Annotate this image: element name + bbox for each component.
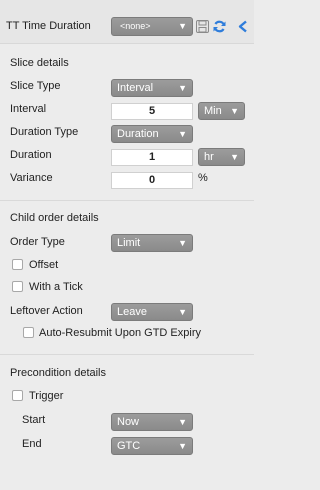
chevron-down-icon: ▼: [178, 238, 187, 248]
duration-unit-value: hr: [204, 151, 214, 163]
chevron-down-icon: ▼: [178, 307, 187, 317]
panel-header: TT Time Duration <none> ▼: [0, 0, 254, 44]
with-tick-checkbox[interactable]: [12, 281, 23, 292]
interval-label: Interval: [10, 103, 47, 115]
chevron-down-icon: ▼: [178, 129, 187, 139]
chevron-down-icon: ▼: [230, 106, 239, 116]
section-divider: [0, 354, 254, 355]
with-tick-label: With a Tick: [29, 281, 83, 293]
child-order-details-title: Child order details: [10, 212, 99, 224]
chevron-down-icon: ▼: [230, 152, 239, 162]
algo-label: TT Time Duration: [6, 20, 91, 32]
variance-label: Variance: [10, 172, 53, 184]
start-value: Now: [117, 416, 140, 428]
offset-label: Offset: [29, 259, 59, 271]
algo-select-value: <none>: [120, 21, 151, 31]
duration-type-select[interactable]: Duration ▼: [111, 125, 193, 143]
chevron-left-icon[interactable]: [237, 20, 249, 33]
algo-select[interactable]: <none> ▼: [111, 17, 193, 36]
offset-checkbox[interactable]: [12, 259, 23, 270]
interval-input[interactable]: 5: [111, 103, 193, 120]
chevron-down-icon: ▼: [178, 83, 187, 93]
end-select[interactable]: GTC ▼: [111, 437, 193, 455]
variance-input[interactable]: 0: [111, 172, 193, 189]
end-label: End: [22, 438, 42, 450]
tt-time-duration-panel: TT Time Duration <none> ▼ Slice details …: [0, 0, 254, 490]
duration-type-label: Duration Type: [10, 126, 79, 138]
section-divider: [0, 200, 254, 201]
start-label: Start: [22, 414, 46, 426]
leftover-action-label: Leftover Action: [10, 305, 83, 317]
end-value: GTC: [117, 440, 141, 452]
interval-unit-select[interactable]: Min ▼: [198, 102, 245, 120]
auto-resubmit-label: Auto-Resubmit Upon GTD Expiry: [39, 327, 201, 339]
auto-resubmit-checkbox[interactable]: [23, 327, 34, 338]
chevron-down-icon: ▼: [178, 417, 187, 427]
save-icon[interactable]: [196, 20, 209, 33]
trigger-label: Trigger: [29, 390, 64, 402]
duration-label: Duration: [10, 149, 52, 161]
slice-type-value: Interval: [117, 82, 154, 94]
duration-input[interactable]: 1: [111, 149, 193, 166]
refresh-icon[interactable]: [213, 20, 226, 33]
precondition-details-title: Precondition details: [10, 367, 107, 379]
leftover-action-value: Leave: [117, 306, 147, 318]
trigger-checkbox[interactable]: [12, 390, 23, 401]
order-type-select[interactable]: Limit ▼: [111, 234, 193, 252]
order-type-value: Limit: [117, 237, 141, 249]
slice-type-select[interactable]: Interval ▼: [111, 79, 193, 97]
interval-unit-value: Min: [204, 105, 222, 117]
slice-type-label: Slice Type: [10, 80, 61, 92]
order-type-label: Order Type: [10, 236, 65, 248]
chevron-down-icon: ▼: [178, 21, 187, 31]
chevron-down-icon: ▼: [178, 441, 187, 451]
variance-unit: %: [198, 172, 208, 184]
start-select[interactable]: Now ▼: [111, 413, 193, 431]
duration-unit-select[interactable]: hr ▼: [198, 148, 245, 166]
duration-type-value: Duration: [117, 128, 159, 140]
leftover-action-select[interactable]: Leave ▼: [111, 303, 193, 321]
slice-details-title: Slice details: [10, 57, 69, 69]
